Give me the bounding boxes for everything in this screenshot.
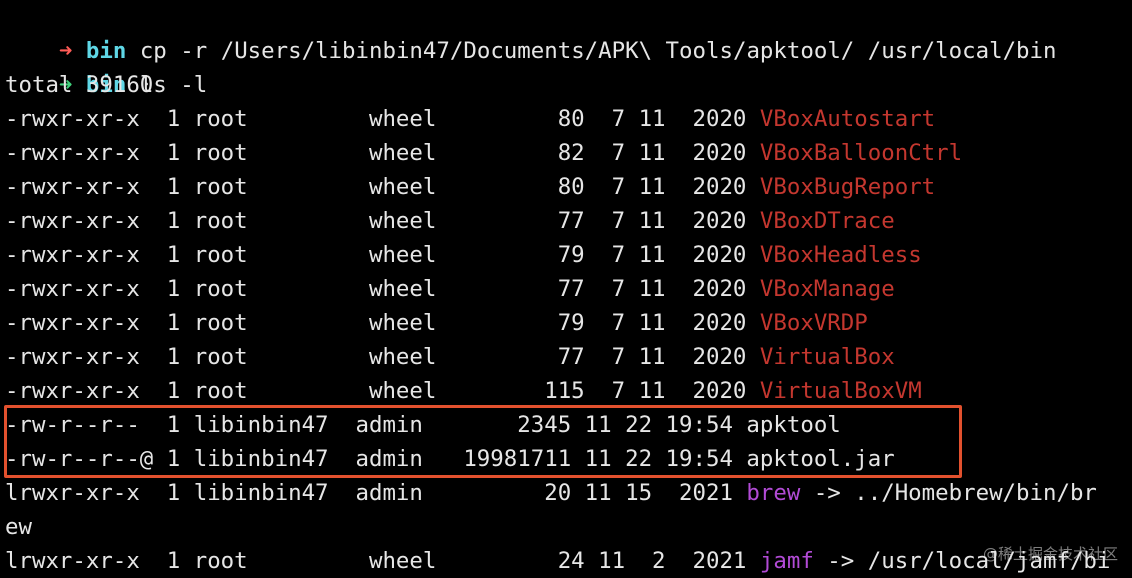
- file-name: VirtualBoxVM: [759, 378, 922, 404]
- file-name: VirtualBox: [759, 344, 895, 370]
- file-name: VBoxVRDP: [759, 310, 868, 336]
- listing-row: ew: [5, 510, 32, 544]
- file-metadata: -rwxr-xr-x 1 root wheel 77 7 11 2020: [5, 276, 760, 302]
- file-metadata: -rwxr-xr-x 1 root wheel 77 7 11 2020: [5, 344, 760, 370]
- listing-row: -rwxr-xr-x 1 root wheel 77 7 11 2020 VBo…: [5, 204, 895, 238]
- file-metadata: -rwxr-xr-x 1 root wheel 80 7 11 2020: [5, 106, 760, 132]
- command-text: cp -r /Users/libinbin47/Documents/APK\ T…: [139, 38, 1057, 64]
- file-metadata: -rwxr-xr-x 1 root wheel 79 7 11 2020: [5, 242, 760, 268]
- total-line: total 39160: [5, 72, 154, 98]
- listing-row: -rw-r--r-- 1 libinbin47 admin 2345 11 22…: [5, 408, 841, 442]
- listing-row: -rwxr-xr-x 1 root wheel 77 7 11 2020 VBo…: [5, 272, 895, 306]
- command-line-1: ➜ bin cp -r /Users/libinbin47/Documents/…: [5, 0, 1057, 64]
- symlink-target: -> ../Homebrew/bin/br: [800, 480, 1097, 506]
- file-name: VBoxDTrace: [759, 208, 895, 234]
- file-metadata: lrwxr-xr-x 1 root wheel 24 11 2 2021: [5, 548, 760, 574]
- file-name: apktool: [746, 412, 841, 438]
- file-metadata: -rwxr-xr-x 1 root wheel 115 7 11 2020: [5, 378, 760, 404]
- terminal-window[interactable]: ➜ bin cp -r /Users/libinbin47/Documents/…: [0, 0, 1132, 578]
- listing-row: lrwxr-xr-x 1 libinbin47 admin 20 11 15 2…: [5, 476, 1097, 510]
- file-metadata: -rwxr-xr-x 1 root wheel 80 7 11 2020: [5, 174, 760, 200]
- listing-row: -rwxr-xr-x 1 root wheel 77 7 11 2020 Vir…: [5, 340, 895, 374]
- listing-row: lrwxr-xr-x 1 root wheel 24 11 2 2021 jam…: [5, 544, 1110, 578]
- listing-row: -rwxr-xr-x 1 root wheel 80 7 11 2020 VBo…: [5, 102, 935, 136]
- file-metadata: lrwxr-xr-x 1 libinbin47 admin 20 11 15 2…: [5, 480, 747, 506]
- file-metadata: -rw-r--r--@ 1 libinbin47 admin 19981711 …: [5, 446, 747, 472]
- command-line-2: ➜ bin ls -l: [5, 34, 207, 98]
- file-metadata: -rw-r--r-- 1 libinbin47 admin 2345 11 22…: [5, 412, 747, 438]
- listing-row: -rw-r--r--@ 1 libinbin47 admin 19981711 …: [5, 442, 895, 476]
- file-name: VBoxBugReport: [759, 174, 936, 200]
- listing-row: -rwxr-xr-x 1 root wheel 82 7 11 2020 VBo…: [5, 136, 962, 170]
- file-name: brew: [746, 480, 801, 506]
- file-metadata: ew: [5, 514, 32, 540]
- file-name: VBoxBalloonCtrl: [759, 140, 963, 166]
- file-name: apktool.jar: [746, 446, 895, 472]
- watermark: @稀土掘金技术社区: [982, 545, 1118, 563]
- file-name: jamf: [759, 548, 814, 574]
- listing-row: -rwxr-xr-x 1 root wheel 80 7 11 2020 VBo…: [5, 170, 935, 204]
- file-metadata: -rwxr-xr-x 1 root wheel 82 7 11 2020: [5, 140, 760, 166]
- file-name: VBoxHeadless: [759, 242, 922, 268]
- listing-row: -rwxr-xr-x 1 root wheel 79 7 11 2020 VBo…: [5, 238, 922, 272]
- listing-row: -rwxr-xr-x 1 root wheel 115 7 11 2020 Vi…: [5, 374, 922, 408]
- file-name: VBoxAutostart: [759, 106, 936, 132]
- file-name: VBoxManage: [759, 276, 895, 302]
- file-metadata: -rwxr-xr-x 1 root wheel 79 7 11 2020: [5, 310, 760, 336]
- listing-row: -rwxr-xr-x 1 root wheel 79 7 11 2020 VBo…: [5, 306, 868, 340]
- file-metadata: -rwxr-xr-x 1 root wheel 77 7 11 2020: [5, 208, 760, 234]
